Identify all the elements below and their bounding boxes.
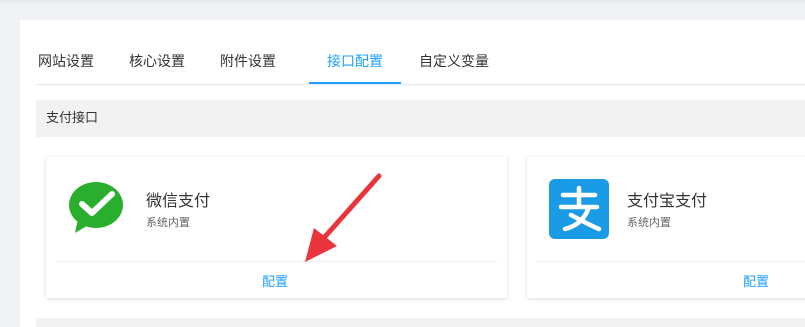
tab-bar: 网站设置 核心设置 附件设置 接口配置 自定义变量 xyxy=(36,52,805,85)
configure-alipay-button[interactable]: 配置 xyxy=(743,271,769,290)
card-divider xyxy=(55,261,498,262)
card-subtitle: 系统内置 xyxy=(627,216,671,229)
configure-wechat-button[interactable]: 配置 xyxy=(262,271,288,290)
top-shadow xyxy=(0,0,805,4)
tab-core-settings[interactable]: 核心设置 xyxy=(126,52,188,83)
tab-attachment-settings[interactable]: 附件设置 xyxy=(217,52,279,83)
wechat-pay-icon xyxy=(68,179,128,239)
payment-card-wechat: 微信支付 系统内置 配置 xyxy=(46,157,507,298)
alipay-icon xyxy=(549,179,609,239)
tab-interface-config[interactable]: 接口配置 xyxy=(309,52,401,84)
section-header-payment: 支付接口 xyxy=(36,100,805,137)
payment-card-alipay: 支付宝支付 系统内置 配置 xyxy=(527,157,805,298)
card-divider xyxy=(536,261,805,262)
card-title: 微信支付 xyxy=(146,191,211,210)
next-section-header xyxy=(36,318,805,327)
settings-panel: 网站设置 核心设置 附件设置 接口配置 自定义变量 支付接口 微信支付 系统内置… xyxy=(20,20,805,327)
tab-custom-variables[interactable]: 自定义变量 xyxy=(416,52,492,83)
card-title: 支付宝支付 xyxy=(627,191,708,210)
card-subtitle: 系统内置 xyxy=(146,216,190,229)
tab-website-settings[interactable]: 网站设置 xyxy=(36,52,96,83)
